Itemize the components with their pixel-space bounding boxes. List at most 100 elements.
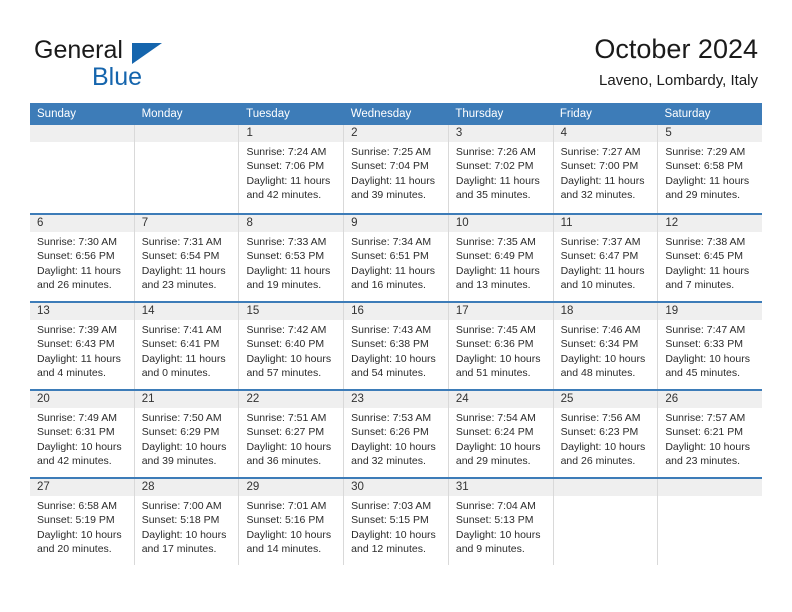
calendar-day-cell[interactable]: 10 Sunrise: 7:35 AM Sunset: 6:49 PM Dayligh… <box>448 215 554 301</box>
brand-triangle-icon <box>132 43 162 64</box>
day-detail-line: and 29 minutes. <box>455 454 531 467</box>
day-number: 2 <box>344 125 448 142</box>
day-number <box>658 479 763 496</box>
day-detail-line: Daylight: 11 hours <box>665 174 750 187</box>
day-detail-line: and 36 minutes. <box>246 454 322 467</box>
day-number: 30 <box>344 479 448 496</box>
calendar-day-cell[interactable]: 4 Sunrise: 7:27 AM Sunset: 7:00 PM Daylight… <box>553 125 659 213</box>
day-number: 6 <box>30 215 134 232</box>
day-detail-lines: Sunrise: 7:31 AM Sunset: 6:54 PM Daylight:… <box>135 232 239 292</box>
calendar-day-cell[interactable]: 2 Sunrise: 7:25 AM Sunset: 7:04 PM Daylight… <box>344 125 449 213</box>
calendar-day-cell[interactable]: 31 Sunrise: 7:04 AM Sunset: 5:13 PM Dayligh… <box>448 479 554 565</box>
day-detail-line: Sunset: 6:47 PM <box>560 250 639 263</box>
calendar-day-cell[interactable]: 12 Sunrise: 7:38 AM Sunset: 6:45 PM Dayligh… <box>658 215 763 301</box>
day-detail-line: Daylight: 11 hours <box>141 264 226 277</box>
day-detail-lines: Sunrise: 7:42 AM Sunset: 6:40 PM Daylight:… <box>239 320 343 380</box>
day-detail-line: Sunrise: 7:24 AM <box>246 146 327 158</box>
calendar-day-cell[interactable]: 14 Sunrise: 7:41 AM Sunset: 6:41 PM Dayligh… <box>134 303 240 389</box>
day-detail-line: Daylight: 10 hours <box>665 440 750 453</box>
day-detail-lines: Sunrise: 7:51 AM Sunset: 6:27 PM Daylight:… <box>239 408 343 468</box>
calendar-day-cell[interactable]: 15 Sunrise: 7:42 AM Sunset: 6:40 PM Dayligh… <box>239 303 345 389</box>
day-detail-line: Daylight: 11 hours <box>665 264 750 277</box>
day-detail-line: Daylight: 10 hours <box>455 352 541 365</box>
day-detail-line: Daylight: 11 hours <box>351 174 436 187</box>
general-blue-logo[interactable]: General Blue <box>34 36 254 92</box>
calendar-day-cell[interactable]: 21 Sunrise: 7:50 AM Sunset: 6:29 PM Dayligh… <box>134 391 240 477</box>
day-detail-line: Sunset: 7:02 PM <box>455 160 534 173</box>
calendar-day-cell[interactable]: 22 Sunrise: 7:51 AM Sunset: 6:27 PM Dayligh… <box>239 391 345 477</box>
day-detail-line: Sunrise: 7:45 AM <box>455 324 536 336</box>
calendar-day-cell[interactable]: 16 Sunrise: 7:43 AM Sunset: 6:38 PM Dayligh… <box>344 303 449 389</box>
calendar-day-cell[interactable]: 18 Sunrise: 7:46 AM Sunset: 6:34 PM Dayligh… <box>553 303 659 389</box>
calendar-week-row: 6 Sunrise: 7:30 AM Sunset: 6:56 PM Daylight… <box>30 213 763 301</box>
calendar-day-cell[interactable]: 28 Sunrise: 7:00 AM Sunset: 5:18 PM Dayligh… <box>134 479 240 565</box>
calendar-day-cell[interactable]: 25 Sunrise: 7:56 AM Sunset: 6:23 PM Dayligh… <box>553 391 659 477</box>
calendar-day-cell[interactable]: 7 Sunrise: 7:31 AM Sunset: 6:54 PM Daylight… <box>134 215 240 301</box>
day-number: 26 <box>658 391 763 408</box>
day-number: 25 <box>553 391 658 408</box>
day-detail-line: Sunset: 7:00 PM <box>560 160 639 173</box>
day-detail-lines: Sunrise: 6:58 AM Sunset: 5:19 PM Daylight:… <box>30 496 134 556</box>
calendar-day-cell[interactable]: 26 Sunrise: 7:57 AM Sunset: 6:21 PM Dayligh… <box>658 391 763 477</box>
day-detail-line: Daylight: 10 hours <box>37 440 122 453</box>
day-detail-line: and 7 minutes. <box>665 278 735 291</box>
day-detail-line: Sunset: 6:31 PM <box>37 426 115 439</box>
day-detail-lines: Sunrise: 7:27 AM Sunset: 7:00 PM Daylight:… <box>554 142 658 202</box>
day-detail-lines <box>135 142 239 145</box>
day-detail-line: and 54 minutes. <box>351 366 426 379</box>
day-detail-line: and 35 minutes. <box>455 188 531 201</box>
calendar-day-cell[interactable]: 29 Sunrise: 7:01 AM Sunset: 5:16 PM Dayligh… <box>239 479 345 565</box>
calendar-day-cell[interactable]: 8 Sunrise: 7:33 AM Sunset: 6:53 PM Daylight… <box>239 215 345 301</box>
day-detail-line: Daylight: 11 hours <box>246 174 331 187</box>
day-detail-line: Daylight: 10 hours <box>141 528 227 541</box>
day-detail-line: and 26 minutes. <box>37 278 112 291</box>
calendar-day-cell[interactable]: 30 Sunrise: 7:03 AM Sunset: 5:15 PM Dayligh… <box>344 479 449 565</box>
calendar-day-cell[interactable]: 3 Sunrise: 7:26 AM Sunset: 7:02 PM Daylight… <box>448 125 554 213</box>
day-detail-line: Sunrise: 7:54 AM <box>455 412 536 424</box>
calendar-day-cell[interactable]: 20 Sunrise: 7:49 AM Sunset: 6:31 PM Dayligh… <box>30 391 135 477</box>
day-detail-line: and 42 minutes. <box>246 188 322 201</box>
calendar-day-cell[interactable]: 9 Sunrise: 7:34 AM Sunset: 6:51 PM Daylight… <box>344 215 449 301</box>
day-detail-line: and 48 minutes. <box>560 366 636 379</box>
day-number: 18 <box>553 303 658 320</box>
calendar-day-cell[interactable]: 27 Sunrise: 6:58 AM Sunset: 5:19 PM Dayligh… <box>30 479 135 565</box>
day-detail-line: and 26 minutes. <box>560 454 636 467</box>
calendar-weeks: 1 Sunrise: 7:24 AM Sunset: 7:06 PM Daylight… <box>30 125 763 565</box>
calendar-page: General Blue October 2024 Laveno, Lombar… <box>0 0 792 612</box>
calendar-day-cell[interactable]: 13 Sunrise: 7:39 AM Sunset: 6:43 PM Dayligh… <box>30 303 135 389</box>
calendar-day-cell[interactable]: 6 Sunrise: 7:30 AM Sunset: 6:56 PM Daylight… <box>30 215 135 301</box>
day-detail-lines: Sunrise: 7:37 AM Sunset: 6:47 PM Daylight:… <box>554 232 658 292</box>
day-detail-lines <box>658 496 762 499</box>
day-detail-line: Daylight: 11 hours <box>351 264 436 277</box>
day-detail-line: and 51 minutes. <box>455 366 531 379</box>
day-detail-line: Sunset: 7:04 PM <box>351 160 429 173</box>
day-detail-line: Sunset: 6:45 PM <box>665 250 743 263</box>
calendar-day-cell-empty <box>553 479 659 565</box>
day-detail-lines: Sunrise: 7:35 AM Sunset: 6:49 PM Daylight:… <box>449 232 553 292</box>
day-detail-line: and 16 minutes. <box>351 278 426 291</box>
day-number: 13 <box>30 303 134 320</box>
calendar-day-cell[interactable]: 11 Sunrise: 7:37 AM Sunset: 6:47 PM Dayligh… <box>553 215 659 301</box>
calendar-day-cell[interactable]: 1 Sunrise: 7:24 AM Sunset: 7:06 PM Daylight… <box>239 125 345 213</box>
day-detail-line: Daylight: 10 hours <box>455 528 541 541</box>
day-number: 17 <box>448 303 553 320</box>
day-detail-line: Sunset: 6:58 PM <box>665 160 743 173</box>
day-detail-lines: Sunrise: 7:41 AM Sunset: 6:41 PM Daylight:… <box>135 320 239 380</box>
calendar-day-cell[interactable]: 24 Sunrise: 7:54 AM Sunset: 6:24 PM Dayligh… <box>448 391 554 477</box>
day-detail-line: Daylight: 11 hours <box>37 352 121 365</box>
calendar-day-cell[interactable]: 5 Sunrise: 7:29 AM Sunset: 6:58 PM Daylight… <box>658 125 763 213</box>
day-detail-line: Sunset: 6:41 PM <box>141 338 220 351</box>
day-detail-line: Sunrise: 7:35 AM <box>455 236 536 248</box>
day-detail-lines: Sunrise: 7:38 AM Sunset: 6:45 PM Daylight:… <box>658 232 762 292</box>
calendar-day-cell[interactable]: 23 Sunrise: 7:53 AM Sunset: 6:26 PM Dayligh… <box>344 391 449 477</box>
day-detail-line: and 39 minutes. <box>351 188 426 201</box>
day-detail-line: Sunrise: 7:31 AM <box>141 236 222 248</box>
day-detail-line: and 13 minutes. <box>455 278 531 291</box>
day-number: 15 <box>239 303 344 320</box>
day-of-week-header: Sunday <box>37 108 77 120</box>
calendar-day-cell[interactable]: 17 Sunrise: 7:45 AM Sunset: 6:36 PM Dayligh… <box>448 303 554 389</box>
day-detail-lines: Sunrise: 7:33 AM Sunset: 6:53 PM Daylight:… <box>239 232 343 292</box>
calendar-day-cell[interactable]: 19 Sunrise: 7:47 AM Sunset: 6:33 PM Dayligh… <box>658 303 763 389</box>
day-detail-line: Sunrise: 7:38 AM <box>665 236 746 248</box>
day-detail-lines: Sunrise: 7:50 AM Sunset: 6:29 PM Daylight:… <box>135 408 239 468</box>
